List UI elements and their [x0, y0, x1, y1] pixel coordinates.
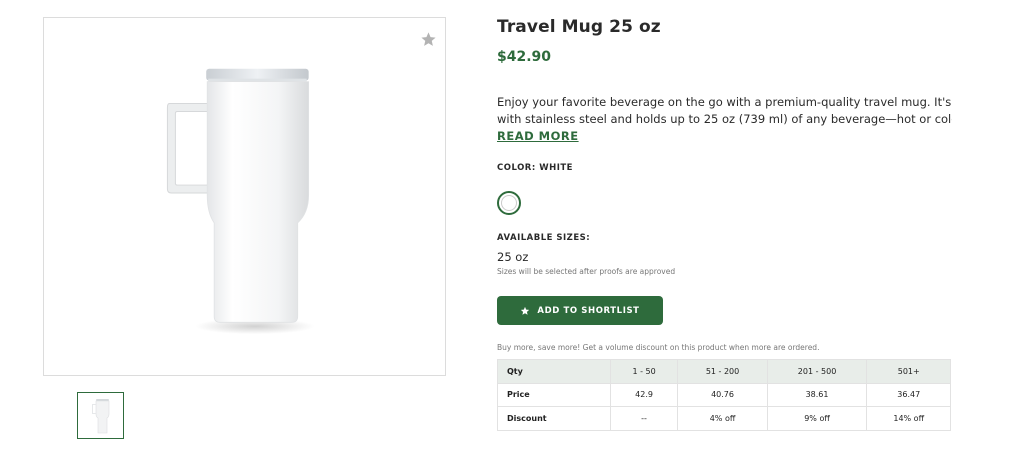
product-image	[166, 68, 315, 335]
table-cell: 4% off	[677, 406, 768, 431]
table-cell: 42.9	[609, 382, 679, 407]
table-cell: 1 - 50	[609, 359, 679, 384]
product-image-gallery	[43, 17, 446, 376]
size-note: Sizes will be selected after proofs are …	[497, 267, 676, 276]
favorite-button[interactable]	[417, 28, 439, 50]
table-cell: Discount	[497, 406, 611, 431]
table-cell: Qty	[497, 359, 611, 384]
table-cell: 51 - 200	[677, 359, 768, 384]
product-price: $42.90	[497, 49, 552, 65]
table-row: Price 42.9 40.76 38.61 36.47	[497, 382, 951, 407]
read-more-link[interactable]: READ MORE	[497, 129, 579, 143]
table-cell: 201 - 500	[766, 359, 868, 384]
product-title: Travel Mug 25 oz	[497, 17, 661, 37]
description-line: with stainless steel and holds up to 25 …	[497, 112, 952, 126]
table-header-row: Qty 1 - 50 51 - 200 201 - 500 501+	[497, 359, 951, 384]
available-sizes-label: AVAILABLE SIZES:	[497, 233, 591, 243]
table-cell: 40.76	[677, 382, 768, 407]
add-to-shortlist-button[interactable]: ADD TO SHORTLIST	[497, 296, 663, 325]
add-to-shortlist-label: ADD TO SHORTLIST	[537, 305, 640, 316]
table-cell: Price	[497, 382, 611, 407]
swatch-fill	[501, 195, 517, 211]
table-cell: 9% off	[766, 406, 868, 431]
volume-pricing-table: Qty 1 - 50 51 - 200 201 - 500 501+ Price…	[497, 359, 951, 431]
table-cell: 14% off	[866, 406, 951, 431]
table-cell: 38.61	[766, 382, 868, 407]
product-thumbnail[interactable]	[77, 392, 124, 439]
table-cell: --	[609, 406, 679, 431]
color-swatch-white[interactable]	[497, 191, 521, 215]
star-icon	[420, 31, 436, 46]
star-icon	[521, 306, 530, 315]
volume-discount-note: Buy more, save more! Get a volume discou…	[497, 343, 820, 352]
size-value: 25 oz	[497, 250, 529, 264]
table-cell: 36.47	[866, 382, 951, 407]
product-description: Enjoy your favorite beverage on the go w…	[497, 94, 952, 128]
description-line: Enjoy your favorite beverage on the go w…	[497, 95, 952, 109]
thumbnail-image	[91, 398, 109, 433]
color-label: COLOR: WHITE	[497, 163, 573, 173]
table-cell: 501+	[866, 359, 951, 384]
table-row: Discount -- 4% off 9% off 14% off	[497, 406, 951, 431]
